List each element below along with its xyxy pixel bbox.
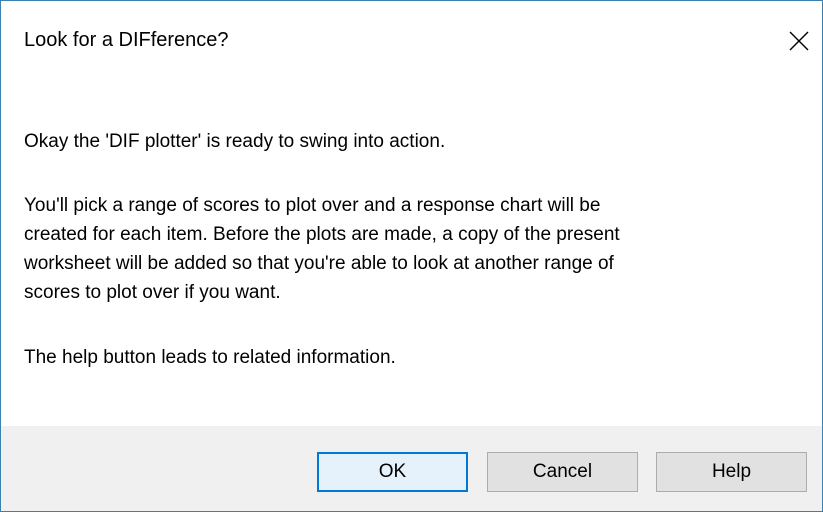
- message-paragraph-2: You'll pick a range of scores to plot ov…: [24, 191, 620, 307]
- close-button[interactable]: [776, 18, 822, 64]
- message-paragraph-1: Okay the 'DIF plotter' is ready to swing…: [24, 127, 445, 156]
- dialog-content: Okay the 'DIF plotter' is ready to swing…: [1, 81, 822, 426]
- message-line: You'll pick a range of scores to plot ov…: [24, 195, 601, 216]
- message-line: Okay the 'DIF plotter' is ready to swing…: [24, 131, 446, 152]
- dialog-footer: OK Cancel Help: [1, 426, 822, 511]
- message-paragraph-3: The help button leads to related informa…: [24, 343, 396, 372]
- message-line: worksheet will be added so that you're a…: [24, 253, 614, 274]
- ok-button[interactable]: OK: [317, 452, 468, 492]
- close-icon: [789, 31, 809, 51]
- dialog-title: Look for a DIFference?: [24, 29, 229, 51]
- message-line: scores to plot over if you want.: [24, 282, 281, 303]
- dialog-window: Look for a DIFference? Okay the 'DIF plo…: [0, 0, 823, 512]
- help-button[interactable]: Help: [656, 452, 807, 492]
- message-line: The help button leads to related informa…: [24, 347, 396, 368]
- cancel-button[interactable]: Cancel: [487, 452, 638, 492]
- message-line: created for each item. Before the plots …: [24, 224, 620, 245]
- title-bar[interactable]: Look for a DIFference?: [1, 1, 822, 81]
